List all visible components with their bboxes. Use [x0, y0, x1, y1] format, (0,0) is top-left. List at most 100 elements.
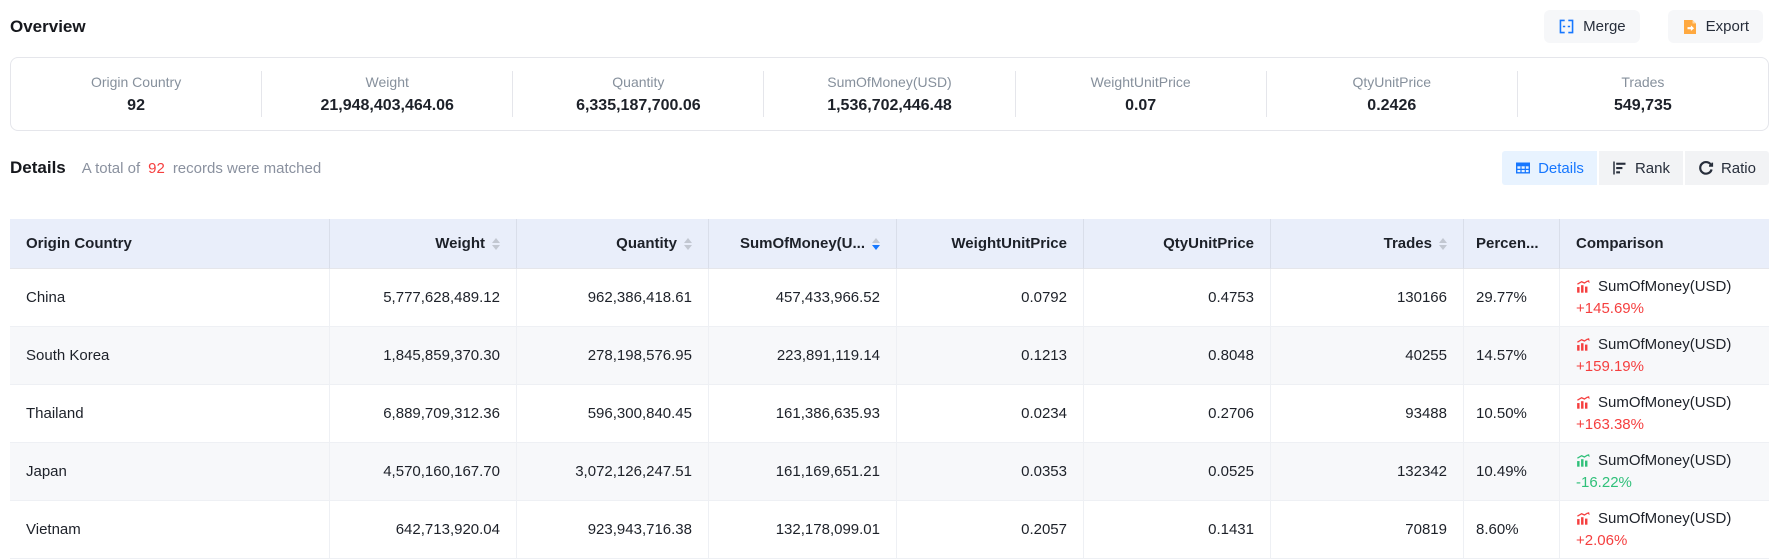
- view-tabs: Details Rank: [1502, 151, 1769, 185]
- stat-value: 1,536,702,446.48: [827, 97, 952, 115]
- comparison-change: -16.22%: [1576, 474, 1753, 491]
- column-header-origin-country: Origin Country: [10, 219, 330, 269]
- column-label: Weight: [435, 235, 485, 252]
- merge-button[interactable]: Merge: [1544, 10, 1640, 43]
- comparison-change: +163.38%: [1576, 416, 1753, 433]
- trades-cell: 132342: [1271, 443, 1464, 501]
- qty-unit-price-cell: 0.2706: [1084, 385, 1271, 443]
- percent-cell: 10.50%: [1464, 385, 1560, 443]
- column-label: Trades: [1384, 235, 1432, 252]
- sort-carets-icon: [684, 238, 692, 250]
- column-header-sum-of-money[interactable]: SumOfMoney(U...: [709, 219, 897, 269]
- stat-origin-country: Origin Country 92: [11, 71, 261, 117]
- trend-chart-icon: [1576, 279, 1591, 294]
- sum-of-money-cell: 132,178,099.01: [709, 501, 897, 559]
- stat-value: 6,335,187,700.06: [576, 97, 701, 115]
- weight-unit-price-cell: 0.0792: [897, 269, 1084, 327]
- trade-analytics-page: Overview Merge: [0, 0, 1779, 559]
- overview-stats-bar: Origin Country 92 Weight 21,948,403,464.…: [10, 57, 1769, 131]
- tab-ratio[interactable]: Ratio: [1685, 151, 1769, 185]
- trend-chart-icon: [1576, 453, 1591, 468]
- stat-weight-unit-price: WeightUnitPrice 0.07: [1015, 71, 1266, 117]
- comparison-change: +145.69%: [1576, 300, 1753, 317]
- records-summary: A total of 92 records were matched: [82, 160, 321, 177]
- comparison-change: +2.06%: [1576, 532, 1753, 549]
- column-label: QtyUnitPrice: [1163, 235, 1254, 252]
- table-row: China 5,777,628,489.12 962,386,418.61 45…: [10, 269, 1769, 327]
- column-label: Comparison: [1576, 235, 1664, 252]
- export-button[interactable]: Export: [1668, 10, 1763, 43]
- stat-trades: Trades 549,735: [1517, 71, 1768, 117]
- origin-country-cell: South Korea: [10, 327, 330, 385]
- export-file-icon: [1682, 19, 1698, 35]
- stat-weight: Weight 21,948,403,464.06: [261, 71, 512, 117]
- quantity-cell: 962,386,418.61: [517, 269, 709, 327]
- summary-prefix: A total of: [82, 160, 140, 177]
- column-header-qty-unit-price: QtyUnitPrice: [1084, 219, 1271, 269]
- column-header-quantity[interactable]: Quantity: [517, 219, 709, 269]
- quantity-cell: 923,943,716.38: [517, 501, 709, 559]
- table-row: Thailand 6,889,709,312.36 596,300,840.45…: [10, 385, 1769, 443]
- trend-chart-icon: [1576, 511, 1591, 526]
- column-header-trades[interactable]: Trades: [1271, 219, 1464, 269]
- column-header-comparison: Comparison: [1560, 219, 1769, 269]
- sum-of-money-cell: 161,169,651.21: [709, 443, 897, 501]
- trades-cell: 40255: [1271, 327, 1464, 385]
- weight-cell: 4,570,160,167.70: [330, 443, 517, 501]
- comparison-cell: SumOfMoney(USD) +2.06%: [1560, 501, 1769, 559]
- stat-quantity: Quantity 6,335,187,700.06: [512, 71, 763, 117]
- top-actions: Merge Export: [1544, 10, 1763, 43]
- quantity-cell: 278,198,576.95: [517, 327, 709, 385]
- table-row: Vietnam 642,713,920.04 923,943,716.38 13…: [10, 501, 1769, 559]
- percent-cell: 10.49%: [1464, 443, 1560, 501]
- details-table: Origin Country Weight Quantity SumOfMone…: [10, 219, 1769, 559]
- weight-unit-price-cell: 0.0234: [897, 385, 1084, 443]
- weight-cell: 1,845,859,370.30: [330, 327, 517, 385]
- column-label: WeightUnitPrice: [951, 235, 1067, 252]
- qty-unit-price-cell: 0.1431: [1084, 501, 1271, 559]
- trades-cell: 130166: [1271, 269, 1464, 327]
- weight-unit-price-cell: 0.1213: [897, 327, 1084, 385]
- page-title: Overview: [10, 17, 86, 37]
- origin-country-cell: Thailand: [10, 385, 330, 443]
- stat-qty-unit-price: QtyUnitPrice 0.2426: [1266, 71, 1517, 117]
- comparison-metric: SumOfMoney(USD): [1598, 394, 1731, 411]
- sum-of-money-cell: 457,433,966.52: [709, 269, 897, 327]
- column-label: Quantity: [616, 235, 677, 252]
- qty-unit-price-cell: 0.8048: [1084, 327, 1271, 385]
- weight-unit-price-cell: 0.2057: [897, 501, 1084, 559]
- stat-value: 549,735: [1614, 97, 1672, 115]
- percent-cell: 14.57%: [1464, 327, 1560, 385]
- origin-country-cell: Vietnam: [10, 501, 330, 559]
- stat-label: QtyUnitPrice: [1352, 74, 1431, 90]
- tab-rank[interactable]: Rank: [1599, 151, 1683, 185]
- stat-label: Weight: [366, 74, 409, 90]
- comparison-cell: SumOfMoney(USD) +163.38%: [1560, 385, 1769, 443]
- percent-cell: 29.77%: [1464, 269, 1560, 327]
- weight-unit-price-cell: 0.0353: [897, 443, 1084, 501]
- column-label: SumOfMoney(U...: [740, 235, 865, 252]
- merge-icon: [1558, 18, 1575, 35]
- column-header-weight[interactable]: Weight: [330, 219, 517, 269]
- trend-chart-icon: [1576, 337, 1591, 352]
- rank-bars-icon: [1612, 160, 1628, 176]
- stat-label: Trades: [1621, 74, 1664, 90]
- percent-cell: 8.60%: [1464, 501, 1560, 559]
- origin-country-cell: Japan: [10, 443, 330, 501]
- details-bar: Details A total of 92 records were match…: [10, 151, 1769, 185]
- tab-rank-label: Rank: [1635, 160, 1670, 177]
- comparison-cell: SumOfMoney(USD) +145.69%: [1560, 269, 1769, 327]
- weight-cell: 642,713,920.04: [330, 501, 517, 559]
- stat-label: SumOfMoney(USD): [827, 74, 951, 90]
- tab-details[interactable]: Details: [1502, 151, 1597, 185]
- summary-suffix: records were matched: [173, 160, 321, 177]
- trend-chart-icon: [1576, 395, 1591, 410]
- sort-carets-icon: [1439, 238, 1447, 250]
- comparison-metric: SumOfMoney(USD): [1598, 510, 1731, 527]
- stat-sum-of-money: SumOfMoney(USD) 1,536,702,446.48: [763, 71, 1014, 117]
- quantity-cell: 596,300,840.45: [517, 385, 709, 443]
- comparison-cell: SumOfMoney(USD) -16.22%: [1560, 443, 1769, 501]
- origin-country-cell: China: [10, 269, 330, 327]
- comparison-cell: SumOfMoney(USD) +159.19%: [1560, 327, 1769, 385]
- stat-value: 21,948,403,464.06: [320, 97, 453, 115]
